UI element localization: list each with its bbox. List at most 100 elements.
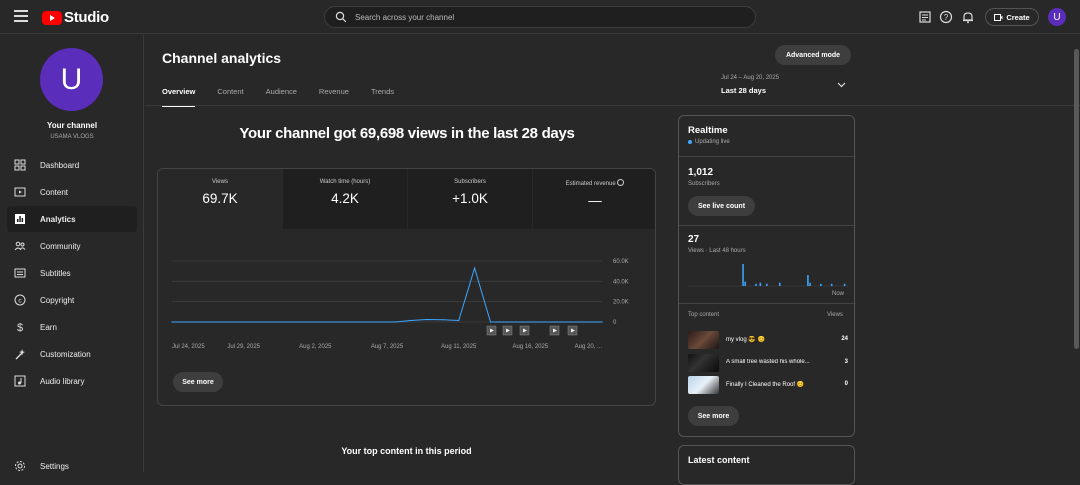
- search-input[interactable]: [355, 9, 745, 25]
- metric-value: —: [588, 193, 602, 208]
- create-label: Create: [1006, 12, 1030, 22]
- data-point: [187, 321, 189, 323]
- logo-text: Studio: [64, 9, 109, 26]
- top-content-row[interactable]: A small tree wasted his whole... 3: [688, 354, 848, 372]
- realtime-views-label: Views · Last 48 hours: [688, 248, 746, 254]
- sidebar-item-label: Content: [40, 187, 69, 197]
- realtime-bar: [755, 283, 757, 286]
- create-button[interactable]: Create: [985, 8, 1039, 26]
- video-marker-icon[interactable]: [567, 325, 578, 336]
- data-point: [235, 321, 237, 323]
- data-point: [267, 321, 269, 323]
- search-bar[interactable]: [324, 6, 756, 28]
- scrollbar-thumb[interactable]: [1074, 49, 1079, 349]
- metric-subscribers[interactable]: Subscribers +1.0K: [408, 169, 532, 229]
- top-content-row[interactable]: my vlog 😎 😊 24: [688, 331, 848, 349]
- realtime-views-value: 27: [688, 234, 700, 245]
- date-range-picker[interactable]: Jul 24 – Aug 20, 2025 Last 28 days: [721, 75, 779, 95]
- help-icon[interactable]: ?: [939, 10, 953, 24]
- metric-value: 4.2K: [331, 191, 359, 206]
- youtube-logo-icon: [42, 10, 62, 25]
- sidebar-item-settings[interactable]: Settings: [7, 453, 137, 479]
- x-tick-label: Aug 11, 2025: [441, 344, 477, 350]
- x-tick-label: Aug 20, ...: [575, 344, 603, 350]
- now-label: Now: [832, 291, 845, 297]
- overview-card: Views 69.7K Watch time (hours) 4.2K Subs…: [157, 168, 656, 406]
- divider: [679, 156, 856, 157]
- metric-label-text: Estimated revenue: [565, 181, 616, 187]
- data-point: [537, 321, 539, 323]
- sidebar-item-content[interactable]: Content: [7, 179, 137, 205]
- messages-icon[interactable]: [918, 10, 932, 24]
- sidebar-item-copyright[interactable]: c Copyright: [7, 287, 137, 313]
- top-bar: Studio ? Create U: [0, 0, 1080, 34]
- subtitles-icon: [14, 268, 26, 278]
- sidebar-item-subtitles[interactable]: Subtitles: [7, 260, 137, 286]
- realtime-bar: [843, 283, 846, 286]
- menu-icon[interactable]: [14, 10, 28, 22]
- latest-content-card: Latest content: [678, 445, 855, 485]
- x-tick-label: Jul 29, 2025: [227, 344, 260, 350]
- sidebar-item-audio-library[interactable]: Audio library: [7, 368, 137, 394]
- video-marker-icon[interactable]: [519, 325, 530, 336]
- top-content-heading: Your top content in this period: [341, 446, 472, 456]
- realtime-bar: [759, 282, 762, 286]
- views-line-chart: 60.0K 40.0K 20.0K 0 Jul 24, 2025 Jul 29, 2025…: [171, 259, 629, 350]
- realtime-bar: [809, 282, 811, 286]
- y-tick-label: 0: [613, 320, 617, 326]
- latest-content-title: Latest content: [688, 455, 750, 465]
- see-live-count-button[interactable]: See live count: [688, 196, 755, 216]
- data-point: [426, 318, 428, 321]
- realtime-see-more-button[interactable]: See more: [688, 406, 739, 426]
- page-scrollbar[interactable]: [1072, 35, 1080, 472]
- sidebar-item-analytics[interactable]: Analytics: [7, 206, 137, 232]
- metric-estimated-revenue[interactable]: Estimated revenue —: [533, 169, 655, 229]
- sidebar-item-community[interactable]: Community: [7, 233, 137, 259]
- realtime-bar: [779, 282, 781, 286]
- analytics-icon: [15, 214, 25, 224]
- metric-watch-time[interactable]: Watch time (hours) 4.2K: [283, 169, 407, 229]
- metric-label: Subscribers: [454, 179, 486, 185]
- chevron-down-icon[interactable]: [837, 82, 846, 88]
- channel-avatar[interactable]: U: [40, 48, 103, 111]
- video-marker-icon[interactable]: [549, 325, 560, 336]
- tab-overview[interactable]: Overview: [162, 87, 196, 107]
- video-marker-icon[interactable]: [486, 325, 497, 336]
- data-point: [601, 321, 603, 323]
- notifications-bell-icon[interactable]: [961, 10, 975, 24]
- sidebar-item-label: Dashboard: [40, 160, 80, 170]
- tab-trends[interactable]: Trends: [371, 87, 394, 107]
- community-icon: [14, 241, 26, 251]
- x-tick-label: Aug 16, 2025: [512, 344, 548, 350]
- data-point: [378, 321, 380, 323]
- views-headline: Your channel got 69,698 views in the las…: [239, 125, 575, 142]
- advanced-mode-button[interactable]: Advanced mode: [775, 45, 851, 65]
- see-more-button[interactable]: See more: [173, 372, 223, 392]
- top-content-row[interactable]: Finally I Cleaned the Roof 😊 0: [688, 376, 848, 394]
- data-point: [330, 321, 332, 323]
- data-point: [362, 321, 364, 323]
- metric-views[interactable]: Views 69.7K: [158, 169, 282, 229]
- video-title: A small tree wasted his whole...: [726, 359, 810, 365]
- data-point: [203, 321, 205, 323]
- video-marker-icon[interactable]: [502, 325, 513, 336]
- settings-gear-icon: [15, 461, 25, 471]
- views-series-line: [172, 266, 602, 323]
- data-point: [171, 321, 173, 323]
- data-point: [569, 321, 571, 323]
- realtime-status: Updating live: [688, 139, 730, 145]
- sidebar-item-label: Analytics: [40, 214, 76, 224]
- sidebar-item-label: Customization: [40, 349, 91, 359]
- studio-logo[interactable]: Studio: [42, 9, 109, 26]
- sidebar-item-earn[interactable]: $ Earn: [7, 314, 137, 340]
- tabs-divider: [145, 105, 1080, 106]
- account-avatar[interactable]: U: [1048, 8, 1066, 26]
- tab-audience[interactable]: Audience: [266, 87, 297, 107]
- date-range-label: Last 28 days: [721, 86, 767, 95]
- metric-value: 69.7K: [202, 191, 238, 206]
- sidebar-item-dashboard[interactable]: Dashboard: [7, 152, 137, 178]
- tab-content[interactable]: Content: [217, 87, 243, 107]
- tab-revenue[interactable]: Revenue: [319, 87, 349, 107]
- sidebar-item-customization[interactable]: Customization: [7, 341, 137, 367]
- realtime-card: Realtime Updating live 1,012 Subscribers…: [678, 115, 856, 437]
